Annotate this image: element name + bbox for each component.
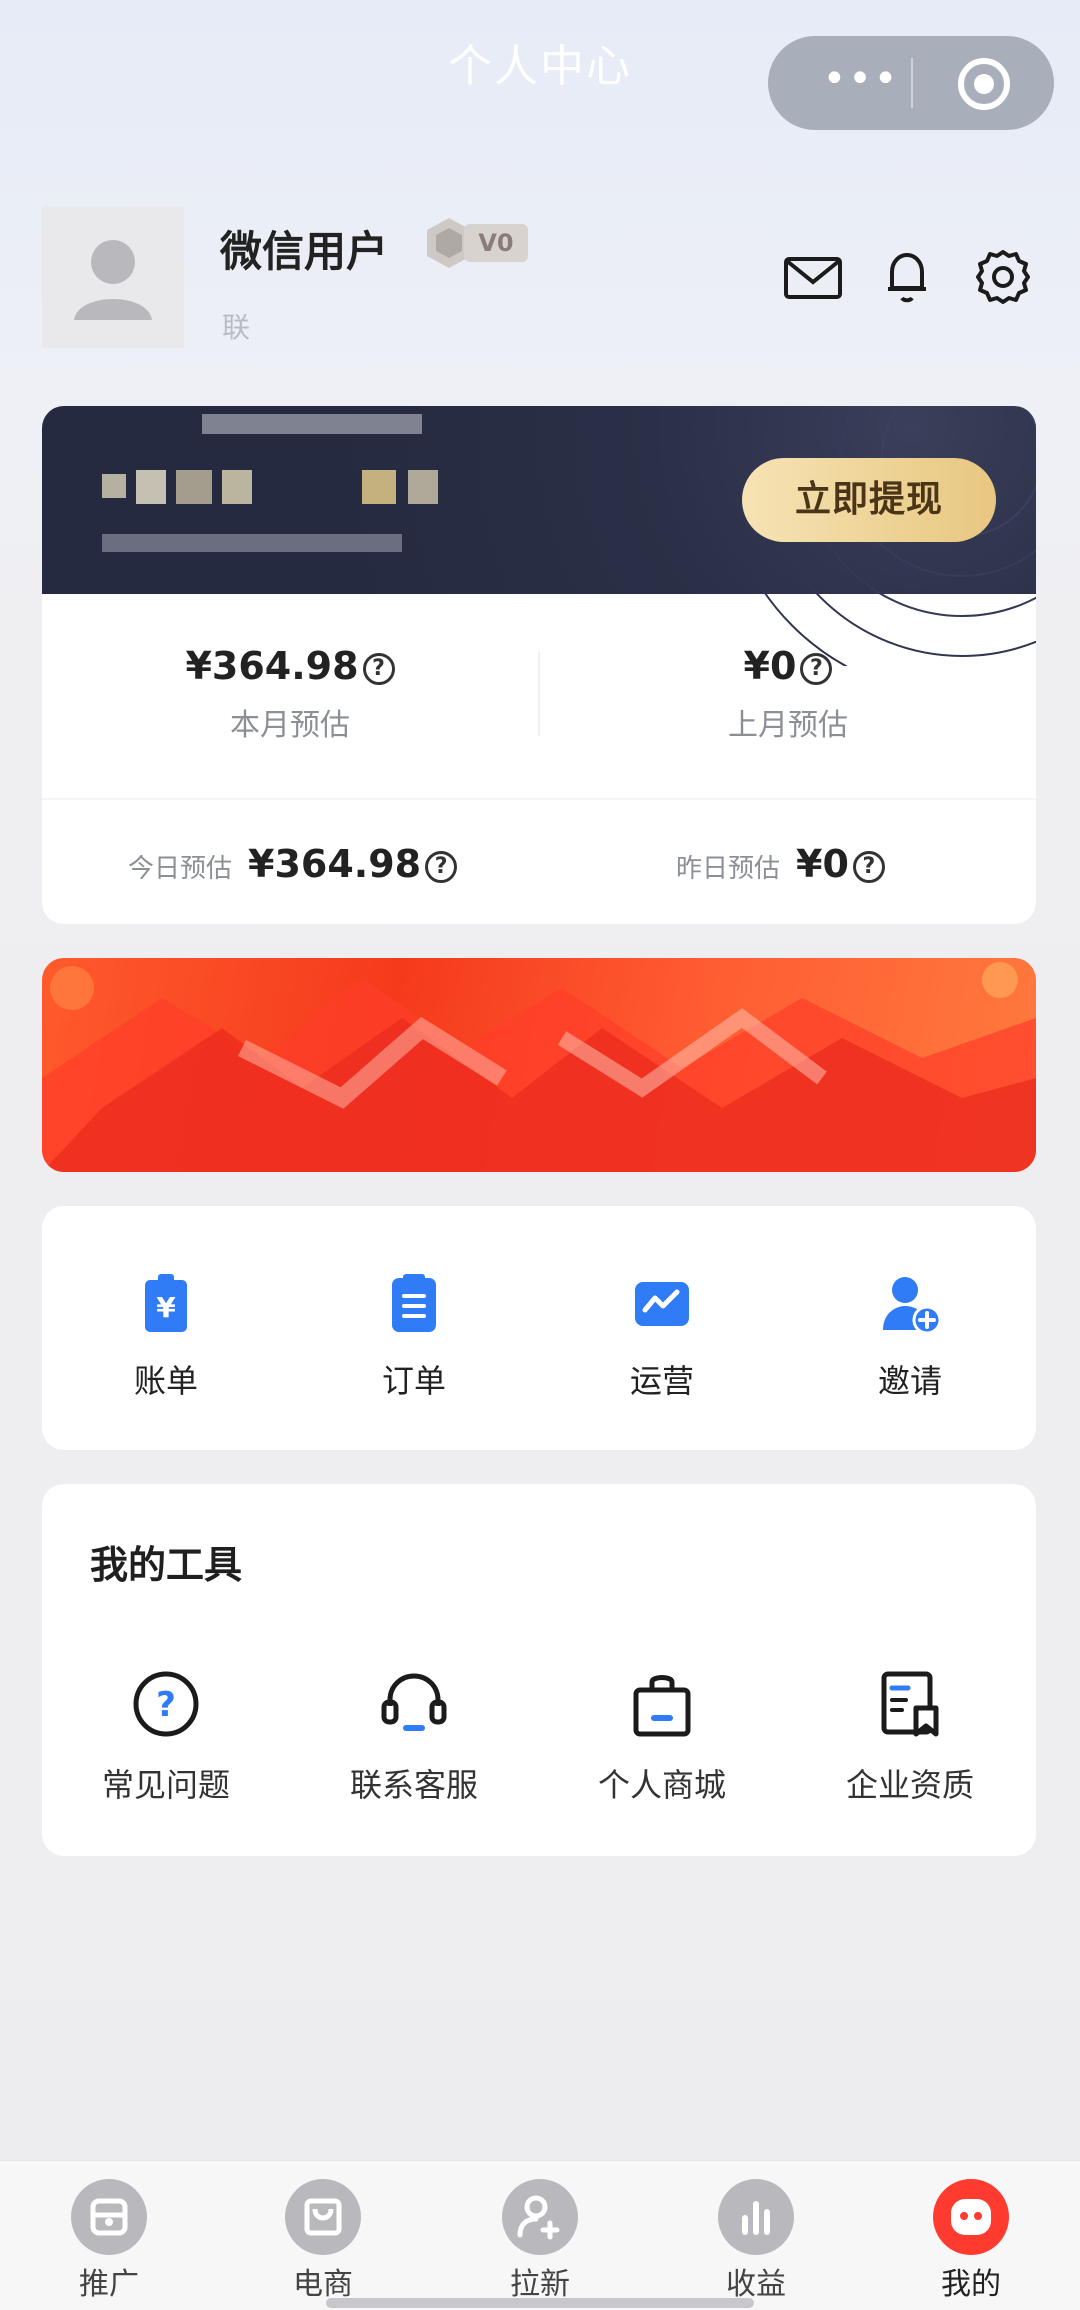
tab-label: 电商 bbox=[293, 2267, 353, 2302]
bill-icon: ¥ bbox=[131, 1268, 201, 1338]
quick-action-label: 账单 bbox=[133, 1362, 198, 1400]
withdraw-button[interactable]: 立即提现 bbox=[742, 458, 996, 542]
quick-action-operation[interactable]: 运营 bbox=[562, 1268, 762, 1402]
obscured-pixel bbox=[362, 470, 396, 504]
promo-banner[interactable] bbox=[42, 958, 1036, 1172]
capsule-divider bbox=[911, 58, 913, 108]
me-icon bbox=[933, 2179, 1009, 2255]
last-month-label: 上月预估 bbox=[728, 708, 848, 743]
this-month-estimate[interactable]: ¥364.98? 本月预估 bbox=[42, 644, 538, 744]
username: 微信用户 bbox=[220, 227, 389, 276]
last-month-value: ¥0 bbox=[743, 644, 797, 688]
banner-artwork bbox=[42, 962, 1036, 1172]
obscured-pixel bbox=[222, 470, 252, 504]
row-divider bbox=[42, 798, 1036, 800]
tab-label: 我的 bbox=[941, 2267, 1001, 2302]
today-estimate[interactable]: 今日预估 ¥364.98? bbox=[128, 834, 458, 894]
quick-action-bill[interactable]: ¥ 账单 bbox=[66, 1268, 266, 1402]
quick-action-label: 订单 bbox=[381, 1362, 446, 1400]
yesterday-estimate[interactable]: 昨日预估 ¥0? bbox=[676, 834, 885, 894]
svg-text:¥: ¥ bbox=[156, 1291, 176, 1324]
earnings-card: 立即提现 ¥364.98? 本月预估 ¥0? 上月预估 今日预估 ¥364.98?… bbox=[42, 406, 1036, 924]
mail-icon[interactable] bbox=[778, 242, 848, 312]
obscured-pixel bbox=[136, 470, 166, 504]
tab-label: 收益 bbox=[726, 2267, 786, 2302]
shopping-bag-icon bbox=[624, 1666, 700, 1742]
tab-earnings[interactable]: 收益 bbox=[681, 2179, 831, 2303]
today-label: 今日预估 bbox=[128, 854, 233, 884]
profile-subtext: 联 bbox=[222, 311, 251, 344]
level-badge[interactable]: V0 bbox=[424, 216, 530, 270]
tab-me[interactable]: 我的 bbox=[896, 2179, 1046, 2303]
avatar[interactable] bbox=[42, 206, 184, 348]
tools-section: 我的工具 ? 常见问题 联系客服 个人商城 企业资质 bbox=[42, 1484, 1036, 1856]
tab-ecommerce[interactable]: 电商 bbox=[248, 2179, 398, 2303]
obscured-pixel bbox=[102, 474, 126, 498]
promote-icon bbox=[71, 2179, 147, 2255]
yesterday-value: ¥0 bbox=[796, 842, 849, 886]
obscured-pixel bbox=[176, 470, 212, 504]
more-dots-icon[interactable]: ••• bbox=[806, 59, 916, 102]
obscured-pixel bbox=[202, 414, 422, 434]
balance-header: 立即提现 bbox=[42, 406, 1036, 666]
tool-faq[interactable]: ? 常见问题 bbox=[56, 1666, 276, 1806]
earnings-chart-icon bbox=[718, 2179, 794, 2255]
svg-text:?: ? bbox=[156, 1685, 176, 1725]
tab-label: 推广 bbox=[79, 2267, 139, 2302]
faq-icon: ? bbox=[128, 1666, 204, 1742]
help-icon[interactable]: ? bbox=[800, 653, 833, 685]
yesterday-label: 昨日预估 bbox=[676, 854, 781, 884]
certificate-icon bbox=[872, 1666, 948, 1742]
invite-icon bbox=[875, 1268, 945, 1338]
quick-actions: ¥ 账单 订单 运营 邀请 bbox=[42, 1206, 1036, 1450]
tab-bar: 推广 电商 拉新 收益 我的 bbox=[0, 2160, 1080, 2310]
tool-label: 个人商城 bbox=[597, 1766, 726, 1804]
tab-label: 拉新 bbox=[510, 2267, 570, 2302]
tool-personal-mall[interactable]: 个人商城 bbox=[552, 1666, 772, 1806]
quick-action-invite[interactable]: 邀请 bbox=[810, 1268, 1010, 1402]
bell-icon[interactable] bbox=[872, 242, 942, 312]
ecommerce-icon bbox=[285, 2179, 361, 2255]
today-value: ¥364.98 bbox=[248, 842, 422, 886]
gear-icon[interactable] bbox=[968, 242, 1038, 312]
level-text: V0 bbox=[464, 224, 528, 262]
obscured-pixel bbox=[408, 470, 438, 504]
tool-label: 企业资质 bbox=[845, 1766, 974, 1804]
target-circle-icon[interactable] bbox=[958, 58, 1010, 110]
add-user-icon bbox=[502, 2179, 578, 2255]
tool-label: 常见问题 bbox=[101, 1766, 230, 1804]
help-icon[interactable]: ? bbox=[425, 851, 458, 883]
mini-program-capsule: ••• bbox=[768, 36, 1054, 130]
quick-action-label: 邀请 bbox=[877, 1362, 942, 1400]
quick-action-label: 运营 bbox=[629, 1362, 694, 1400]
tool-label: 联系客服 bbox=[349, 1766, 478, 1804]
home-indicator bbox=[326, 2298, 754, 2308]
tool-enterprise-qualification[interactable]: 企业资质 bbox=[800, 1666, 1020, 1806]
this-month-value: ¥364.98 bbox=[185, 644, 359, 688]
help-icon[interactable]: ? bbox=[362, 653, 395, 685]
help-icon[interactable]: ? bbox=[852, 851, 885, 883]
headset-icon bbox=[376, 1666, 452, 1742]
order-icon bbox=[379, 1268, 449, 1338]
quick-action-order[interactable]: 订单 bbox=[314, 1268, 514, 1402]
tool-customer-service[interactable]: 联系客服 bbox=[304, 1666, 524, 1806]
obscured-pixel bbox=[102, 534, 402, 552]
tab-promote[interactable]: 推广 bbox=[34, 2179, 184, 2303]
this-month-label: 本月预估 bbox=[230, 708, 350, 743]
last-month-estimate[interactable]: ¥0? 上月预估 bbox=[540, 644, 1036, 744]
tab-new-users[interactable]: 拉新 bbox=[465, 2179, 615, 2303]
default-avatar-icon bbox=[74, 240, 152, 320]
tools-title: 我的工具 bbox=[90, 1543, 243, 1587]
operation-icon bbox=[627, 1268, 697, 1338]
